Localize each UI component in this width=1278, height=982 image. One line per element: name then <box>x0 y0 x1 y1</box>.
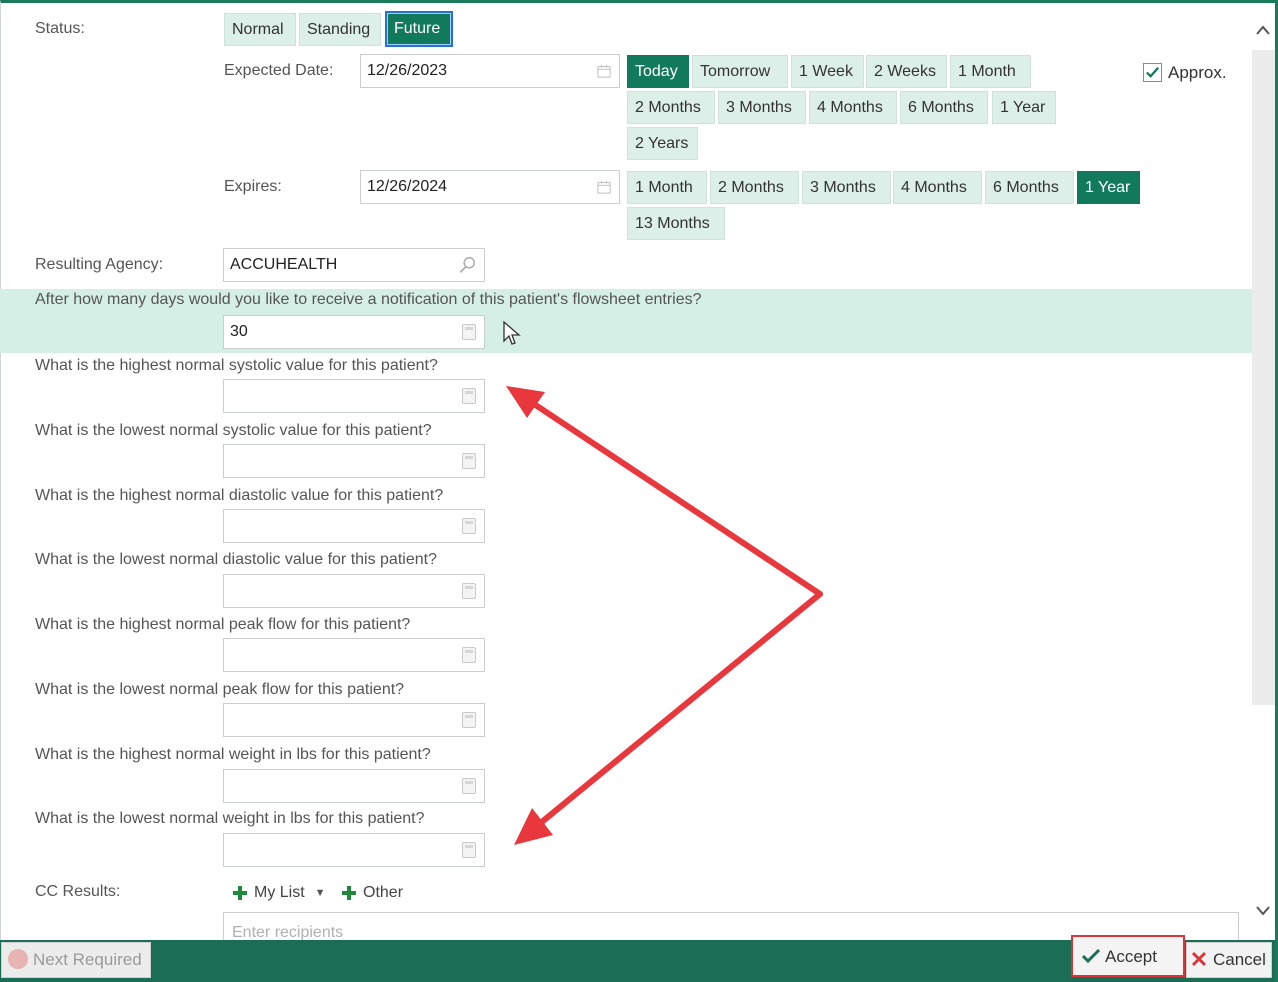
accept-button[interactable]: Accept <box>1071 935 1185 977</box>
cancel-label: Cancel <box>1213 950 1266 969</box>
check-icon <box>1081 948 1101 964</box>
x-icon <box>1191 951 1207 967</box>
cancel-button[interactable]: Cancel <box>1186 942 1272 978</box>
next-required-button[interactable]: Next Required <box>1 942 151 978</box>
next-required-label: Next Required <box>33 950 142 969</box>
accept-label: Accept <box>1105 947 1157 966</box>
annotation-arrows <box>506 386 823 845</box>
error-icon <box>8 949 28 969</box>
